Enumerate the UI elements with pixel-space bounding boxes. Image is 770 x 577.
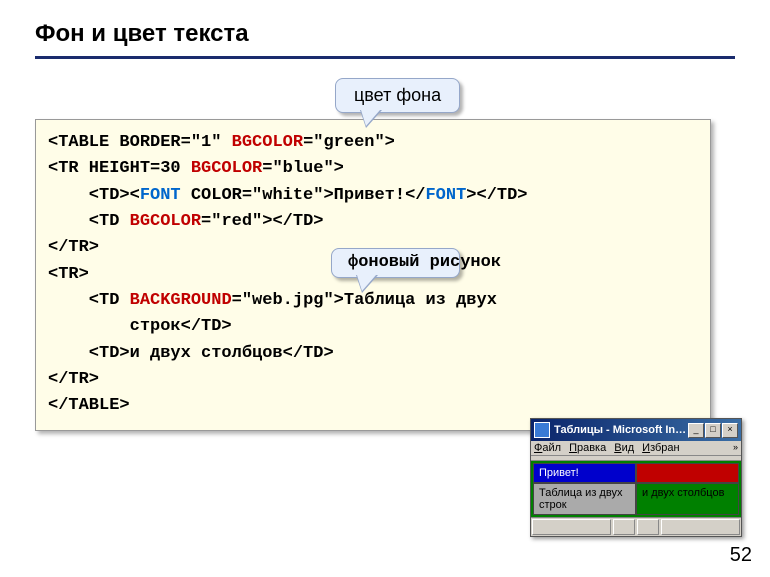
- window-title: Таблицы - Microsoft Intern...: [554, 424, 688, 436]
- page-number: 52: [730, 544, 752, 567]
- menubar: Файл Правка Вид Избран »: [531, 441, 741, 456]
- cell-hello: Привет!: [533, 463, 636, 483]
- maximize-button[interactable]: □: [705, 423, 721, 438]
- callout-bgcolor: цвет фона: [335, 78, 460, 113]
- statusbar: [531, 517, 741, 536]
- cell-red: [636, 463, 739, 483]
- slide-title: Фон и цвет текста: [35, 20, 735, 59]
- browser-body: Привет! Таблица из двух строк и двух сто…: [531, 461, 741, 517]
- cell-green: и двух столбцов: [636, 483, 739, 515]
- menu-edit[interactable]: Правка: [569, 442, 606, 454]
- cell-bg: Таблица из двух строк: [533, 483, 636, 515]
- browser-window: Таблицы - Microsoft Intern... _ □ × Файл…: [530, 418, 742, 537]
- minimize-button[interactable]: _: [688, 423, 704, 438]
- menu-file[interactable]: Файл: [534, 442, 561, 454]
- menu-fav[interactable]: Избран: [642, 442, 679, 454]
- callout-background: фоновый рисунок: [331, 248, 460, 278]
- titlebar[interactable]: Таблицы - Microsoft Intern... _ □ ×: [531, 419, 741, 441]
- app-icon: [534, 422, 550, 438]
- code-block: <TABLE BORDER="1" BGCOLOR="green"> <TR H…: [35, 119, 711, 431]
- chevron-icon[interactable]: »: [733, 442, 738, 454]
- close-button[interactable]: ×: [722, 423, 738, 438]
- menu-view[interactable]: Вид: [614, 442, 634, 454]
